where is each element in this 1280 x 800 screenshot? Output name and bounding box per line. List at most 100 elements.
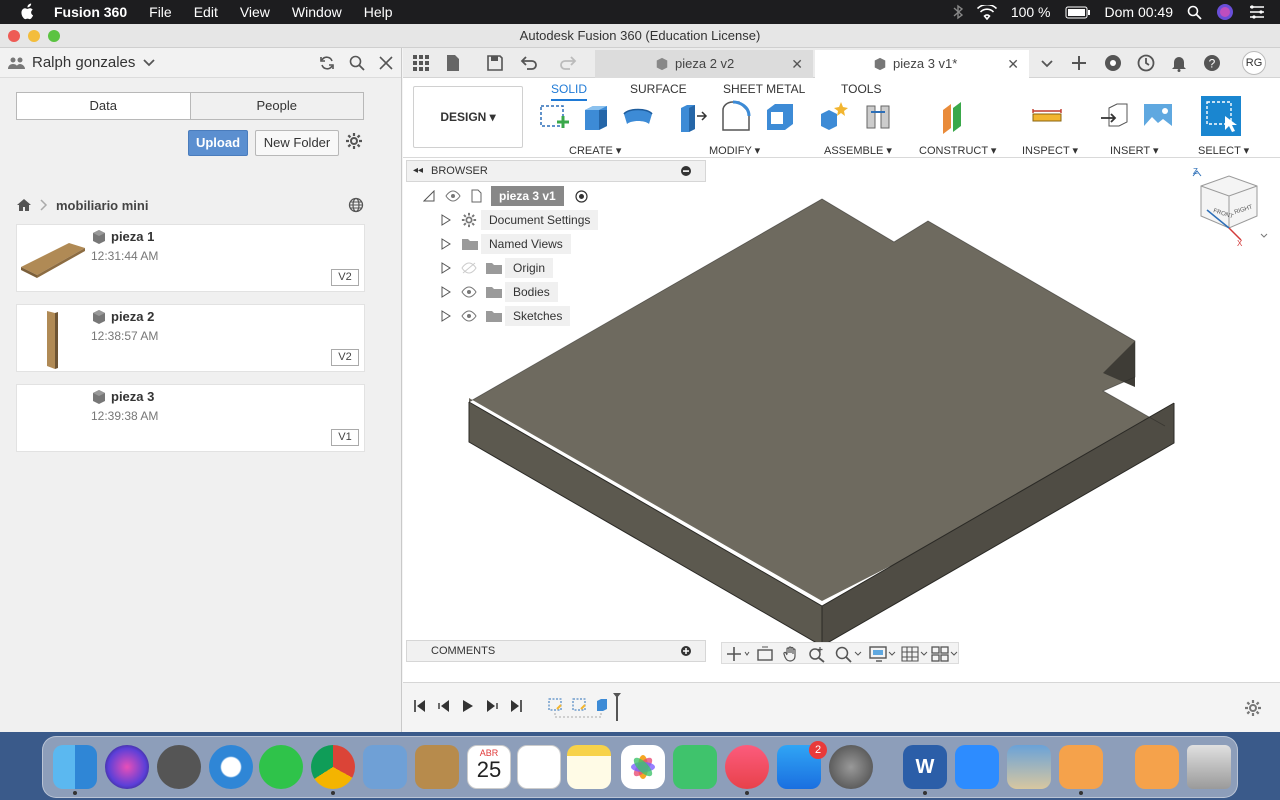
fit-zoom-icon[interactable] — [834, 645, 862, 663]
comments-panel-header[interactable]: COMMENTS — [406, 640, 706, 662]
timeline-play-icon[interactable] — [461, 699, 475, 713]
job-status-clock-icon[interactable] — [1136, 53, 1156, 73]
tab-overflow-chevron-icon[interactable] — [1037, 53, 1057, 73]
viewports-icon[interactable] — [930, 645, 958, 663]
siri-icon[interactable] — [1216, 3, 1234, 21]
menu-window[interactable]: Window — [292, 4, 342, 20]
photos-icon[interactable] — [621, 745, 665, 789]
collapse-browser-icon[interactable]: ◂◂ — [413, 161, 423, 181]
tab-tools[interactable]: TOOLS — [841, 82, 881, 96]
preview-icon[interactable] — [1007, 745, 1051, 789]
viewcube-menu-chevron-icon[interactable] — [1260, 233, 1268, 238]
group-insert[interactable]: INSERT ▾ — [1110, 144, 1159, 157]
gear-icon[interactable] — [345, 132, 363, 150]
siri-dock-icon[interactable] — [105, 745, 149, 789]
shell-icon[interactable] — [763, 100, 797, 134]
browser-panel-header[interactable]: ◂◂ BROWSER — [406, 160, 706, 182]
visibility-eye-icon[interactable] — [461, 286, 477, 298]
fusion-360-recent-icon[interactable] — [1135, 745, 1179, 789]
zoom-window-button[interactable] — [48, 30, 60, 42]
look-at-icon[interactable] — [756, 646, 774, 662]
control-center-icon[interactable] — [1248, 5, 1266, 19]
close-tab-icon[interactable]: ✕ — [1007, 50, 1019, 78]
file-item[interactable]: pieza 1 12:31:44 AM V2 — [16, 224, 365, 292]
tab-surface[interactable]: SURFACE — [630, 82, 687, 96]
offset-plane-icon[interactable] — [939, 100, 973, 134]
insert-derive-icon[interactable] — [1099, 100, 1133, 134]
browser-minimize-icon[interactable] — [681, 166, 691, 176]
tab-solid[interactable]: SOLID — [551, 82, 588, 101]
menu-edit[interactable]: Edit — [194, 4, 218, 20]
timeline-sketch-feature[interactable] — [572, 698, 586, 711]
itunes-icon[interactable] — [725, 745, 769, 789]
expand-triangle-icon[interactable] — [441, 286, 451, 298]
new-component-icon[interactable] — [817, 100, 851, 134]
expand-triangle-icon[interactable] — [441, 214, 451, 226]
timeline-next-icon[interactable] — [485, 699, 499, 713]
group-select[interactable]: SELECT ▾ — [1198, 144, 1249, 157]
version-dropdown[interactable]: V2 — [331, 349, 359, 366]
group-construct[interactable]: CONSTRUCT ▾ — [919, 144, 996, 157]
revolve-icon[interactable] — [621, 100, 655, 134]
new-folder-button[interactable]: New Folder — [255, 130, 339, 156]
safari-icon[interactable] — [209, 745, 253, 789]
timeline-extrude-feature[interactable] — [597, 699, 607, 711]
group-modify[interactable]: MODIFY ▾ — [709, 144, 760, 157]
refresh-icon[interactable] — [319, 55, 335, 71]
system-preferences-icon[interactable] — [829, 745, 873, 789]
timeline-sketch-feature[interactable] — [548, 698, 562, 711]
apple-icon[interactable] — [18, 3, 36, 21]
browser-node-sketches[interactable]: Sketches — [441, 306, 621, 326]
file-item[interactable]: pieza 3 12:39:38 AM V1 — [16, 384, 365, 452]
launchpad-icon[interactable] — [157, 745, 201, 789]
group-inspect[interactable]: INSPECT ▾ — [1022, 144, 1078, 157]
breadcrumb-folder[interactable]: mobiliario mini — [56, 198, 148, 213]
zoom-app-icon[interactable] — [955, 745, 999, 789]
tab-people[interactable]: People — [189, 93, 363, 119]
help-icon[interactable]: ? — [1202, 53, 1222, 73]
trash-icon[interactable] — [1187, 745, 1231, 789]
timeline-features[interactable] — [547, 691, 627, 723]
joint-icon[interactable] — [861, 100, 895, 134]
close-icon[interactable] — [379, 55, 393, 70]
tab-data[interactable]: Data — [17, 93, 190, 119]
timeline-first-icon[interactable] — [413, 699, 427, 713]
file-item[interactable]: pieza 2 12:38:57 AM V2 — [16, 304, 365, 372]
close-tab-icon[interactable]: ✕ — [791, 50, 803, 78]
extrude-icon[interactable] — [579, 100, 613, 134]
bluetooth-icon[interactable] — [953, 4, 963, 20]
tab-pieza-2[interactable]: pieza 2 v2 ✕ — [595, 50, 813, 78]
clock[interactable]: Dom 00:49 — [1105, 4, 1173, 20]
minimize-window-button[interactable] — [28, 30, 40, 42]
press-pull-icon[interactable] — [675, 100, 709, 134]
menu-view[interactable]: View — [240, 4, 270, 20]
grid-menu-icon[interactable] — [411, 53, 431, 73]
activate-component-icon[interactable] — [575, 190, 588, 203]
tab-sheet-metal[interactable]: SHEET METAL — [723, 82, 805, 96]
orbit-move-icon[interactable] — [726, 646, 750, 662]
view-cube[interactable]: FRONT RIGHT X Z — [1189, 162, 1279, 248]
browser-node-named-views[interactable]: Named Views — [441, 234, 621, 254]
workspace-dropdown[interactable]: DESIGN ▾ — [413, 86, 523, 148]
collapse-triangle-icon[interactable] — [423, 190, 435, 202]
user-avatar[interactable]: RG — [1242, 51, 1266, 75]
group-assemble[interactable]: ASSEMBLE ▾ — [824, 144, 892, 157]
group-create[interactable]: CREATE ▾ — [569, 144, 621, 157]
browser-node-origin[interactable]: Origin — [441, 258, 621, 278]
canvas-viewport[interactable]: FRONT RIGHT X Z ◂◂ BROWSER pieza 3 v1 Do… — [403, 158, 1280, 678]
timeline-settings-gear-icon[interactable] — [1244, 699, 1262, 717]
measure-icon[interactable] — [1030, 100, 1064, 134]
notifications-bell-icon[interactable] — [1169, 53, 1189, 73]
close-window-button[interactable] — [8, 30, 20, 42]
hidden-eye-icon[interactable] — [461, 262, 477, 274]
notes-icon[interactable] — [567, 745, 611, 789]
mail-stamp-icon[interactable] — [363, 745, 407, 789]
spotlight-search-icon[interactable] — [1187, 5, 1202, 20]
grid-snaps-icon[interactable] — [900, 645, 928, 663]
wifi-icon[interactable] — [976, 4, 997, 20]
timeline-previous-icon[interactable] — [437, 699, 451, 713]
fillet-icon[interactable] — [719, 100, 753, 134]
insert-canvas-icon[interactable] — [1141, 100, 1175, 134]
visibility-eye-icon[interactable] — [445, 190, 461, 202]
save-icon[interactable] — [485, 53, 505, 73]
